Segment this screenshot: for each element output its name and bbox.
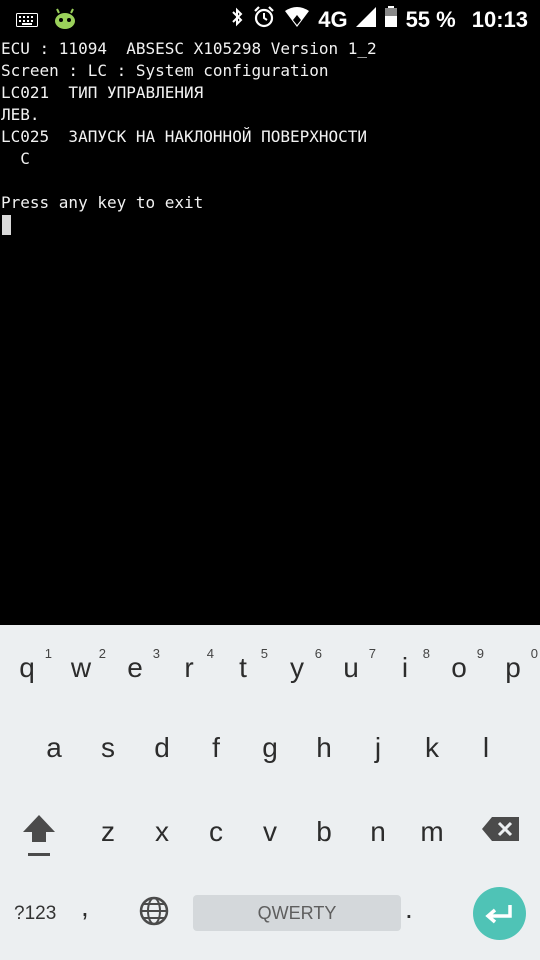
key-r[interactable]: 4r (162, 646, 216, 694)
backspace-key[interactable] (474, 815, 528, 855)
key-k[interactable]: k (405, 734, 459, 774)
battery-percent: 55 % (405, 6, 456, 32)
key-y[interactable]: 6y (270, 646, 324, 694)
soft-keyboard: 1q 2w 3e 4r 5t 6y 7u 8i 9o 0p a s d f g … (0, 625, 540, 960)
key-g[interactable]: g (243, 734, 297, 774)
android-bug-icon (52, 8, 78, 34)
terminal-line: LC025 ЗАПУСК НА НАКЛОННОЙ ПОВЕРХНОСТИ (1, 127, 368, 146)
shift-key[interactable] (12, 810, 66, 856)
terminal-line: ЛЕВ. (1, 105, 40, 124)
enter-arrow-icon (485, 905, 512, 924)
battery-icon (384, 6, 398, 33)
key-v[interactable]: v (243, 818, 297, 858)
key-h[interactable]: h (297, 734, 351, 774)
key-l[interactable]: l (459, 734, 513, 774)
key-j[interactable]: j (351, 734, 405, 774)
terminal-line: Screen : LC : System configuration (1, 61, 329, 80)
network-type: 4G (318, 6, 348, 32)
symbols-key[interactable]: ?123 (14, 903, 56, 925)
signal-icon (355, 7, 376, 32)
key-m[interactable]: m (405, 818, 459, 858)
terminal-line: LC021 ТИП УПРАВЛЕНИЯ (1, 83, 204, 102)
status-bar: 4G 55 % 10:13 (0, 0, 540, 38)
globe-icon (139, 896, 169, 926)
key-w[interactable]: 2w (54, 646, 108, 694)
backspace-icon (482, 817, 519, 841)
key-e[interactable]: 3e (108, 646, 162, 694)
wifi-icon (284, 6, 310, 33)
key-q[interactable]: 1q (0, 646, 54, 694)
terminal-cursor-line (0, 214, 540, 236)
keyboard-icon (16, 12, 38, 31)
terminal-line: Press any key to exit (1, 193, 204, 212)
key-d[interactable]: d (135, 734, 189, 774)
clock: 10:13 (471, 6, 528, 32)
text-cursor (2, 215, 11, 235)
period-key[interactable]: . (405, 895, 413, 931)
key-n[interactable]: n (351, 818, 405, 858)
key-t[interactable]: 5t (216, 646, 270, 694)
key-c[interactable]: c (189, 818, 243, 858)
key-s[interactable]: s (81, 734, 135, 774)
key-i[interactable]: 8i (378, 646, 432, 694)
terminal-line: C (1, 149, 30, 168)
enter-key[interactable] (473, 887, 526, 940)
key-u[interactable]: 7u (324, 646, 378, 694)
comma-key[interactable]: , (81, 893, 89, 933)
terminal-output[interactable]: ECU : 11094 ABSESC X105298 Version 1_2 S… (0, 38, 540, 624)
key-p[interactable]: 0p (486, 646, 540, 694)
key-b[interactable]: b (297, 818, 351, 858)
key-z[interactable]: z (81, 818, 135, 858)
bluetooth-icon (230, 6, 244, 33)
key-x[interactable]: x (135, 818, 189, 858)
space-bar[interactable]: QWERTY (193, 895, 401, 931)
alarm-icon (252, 5, 276, 34)
key-f[interactable]: f (189, 734, 243, 774)
key-a[interactable]: a (27, 734, 81, 774)
terminal-line: ECU : 11094 ABSESC X105298 Version 1_2 (1, 39, 377, 58)
language-key[interactable] (138, 895, 170, 931)
key-o[interactable]: 9o (432, 646, 486, 694)
shift-arrow-icon (23, 815, 55, 856)
